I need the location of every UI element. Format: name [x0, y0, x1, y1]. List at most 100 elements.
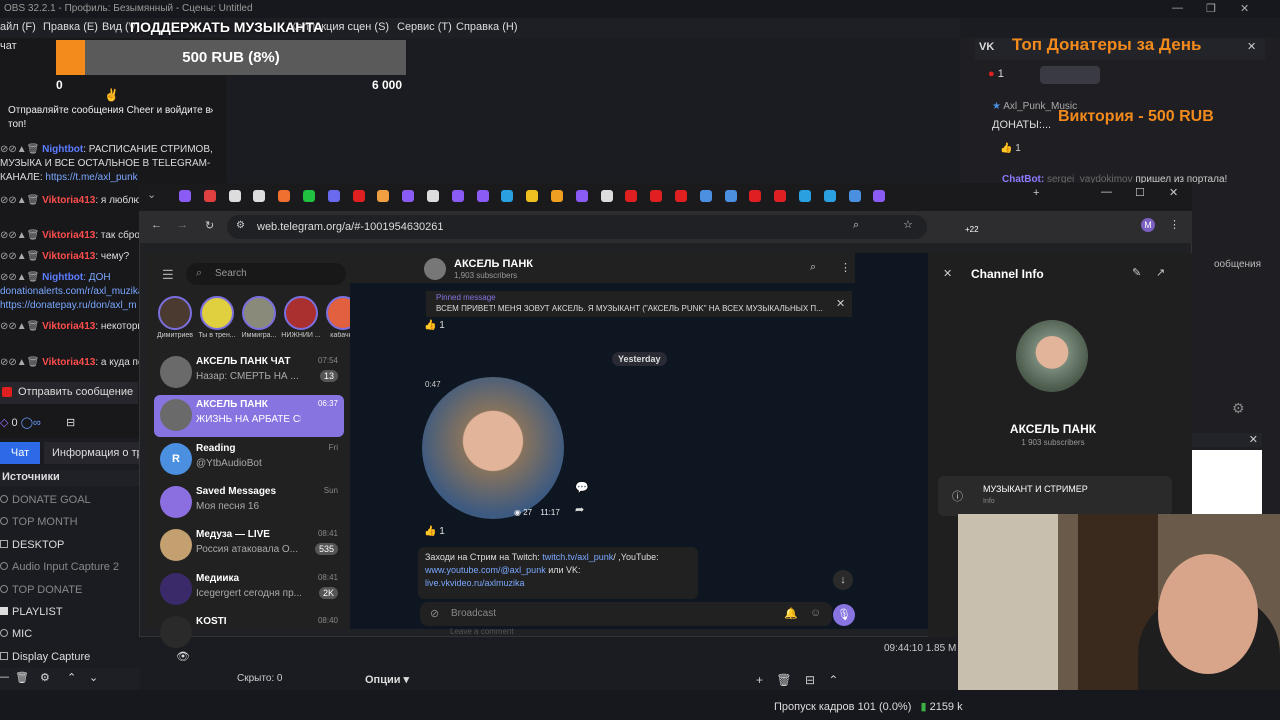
source-item[interactable]: Display Capture 👁: [0, 646, 190, 668]
menu-tools[interactable]: Сервис (T): [397, 21, 452, 33]
filter-icon[interactable]: ⊟: [805, 673, 815, 687]
like-reaction[interactable]: 👍 1: [1000, 143, 1021, 154]
browser-tab[interactable]: [451, 190, 464, 202]
story-avatar[interactable]: [158, 296, 192, 330]
share-icon[interactable]: ➦: [575, 503, 584, 516]
tab-chat[interactable]: Чат: [0, 442, 40, 464]
browser-tab[interactable]: [799, 190, 811, 202]
browser-tab[interactable]: [501, 190, 514, 202]
vk-chat-tab[interactable]: [1040, 66, 1100, 84]
remove-icon[interactable]: —: [0, 671, 9, 683]
browser-tab[interactable]: [476, 190, 489, 202]
browser-tab[interactable]: [253, 190, 266, 202]
chat-list-item[interactable]: Медиика Icegergert сегодня пр... 08:41 2…: [154, 569, 344, 611]
browser-tab[interactable]: [724, 190, 737, 202]
star-icon[interactable]: ☆: [903, 218, 913, 231]
info-card[interactable]: ⓘ МУЗЫКАНТ И СТРИМЕР Info: [938, 476, 1172, 516]
source-item[interactable]: Audio Input Capture 2: [0, 556, 140, 578]
browser-tab[interactable]: [402, 190, 415, 202]
settings-icon[interactable]: ⚙: [1232, 400, 1245, 417]
pinned-bar[interactable]: Pinned message ВСЕМ ПРИВЕТ! МЕНЯ ЗОВУТ А…: [426, 291, 852, 317]
options-dropdown[interactable]: Опции ▾: [365, 673, 409, 686]
browser-tab[interactable]: [551, 190, 563, 202]
site-info-icon[interactable]: ⚙: [236, 220, 245, 231]
more-icon[interactable]: ⋮: [840, 261, 851, 274]
story-avatar[interactable]: [200, 296, 234, 330]
new-tab-icon[interactable]: +: [1033, 187, 1039, 199]
emoji-icon[interactable]: ☺: [810, 607, 821, 619]
bell-icon[interactable]: 🔔: [784, 607, 798, 620]
close-icon[interactable]: ✕: [1240, 2, 1249, 15]
browser-tab[interactable]: [377, 190, 390, 202]
menu-icon[interactable]: ⋮: [1169, 218, 1180, 231]
reload-icon[interactable]: ↻: [205, 219, 214, 232]
story-avatar[interactable]: [242, 296, 276, 330]
browser-tab[interactable]: [203, 190, 216, 202]
browser-tab[interactable]: [228, 190, 241, 202]
menu-help[interactable]: Справка (H): [456, 21, 517, 33]
microphone-icon[interactable]: 🎙: [833, 604, 855, 626]
comment-icon[interactable]: 💬: [575, 481, 589, 494]
source-item[interactable]: TOP MONTH: [0, 511, 140, 533]
zoom-icon[interactable]: ⌕: [853, 219, 859, 232]
browser-tab[interactable]: [650, 190, 663, 202]
source-item[interactable]: MIC: [0, 623, 140, 645]
browser-tab[interactable]: [823, 190, 836, 202]
trash-icon[interactable]: 🗑: [776, 673, 791, 687]
tab-list-icon[interactable]: ⌄: [147, 188, 156, 201]
attach-icon[interactable]: ⊘: [430, 607, 439, 620]
chat-list-item[interactable]: R Reading @YtbAudioBot Fri: [154, 439, 344, 481]
chat-list-item[interactable]: АКСЕЛЬ ПАНК ЖИЗНЬ НА АРБАТЕ СЕКС... 06:3…: [154, 395, 344, 438]
close-icon[interactable]: ✕: [1247, 40, 1256, 53]
stats-icon[interactable]: ↗: [1156, 266, 1165, 279]
hamburger-icon[interactable]: ☰: [162, 267, 174, 283]
forward-icon[interactable]: →: [177, 219, 188, 231]
browser-tab[interactable]: [575, 190, 588, 202]
scroll-down-icon[interactable]: ↓: [833, 570, 853, 590]
menu-edit[interactable]: Правка (E): [43, 21, 98, 33]
search-input[interactable]: ⌕ Search: [186, 263, 346, 285]
edit-icon[interactable]: ✎: [1132, 266, 1141, 279]
minimize-icon[interactable]: —: [1101, 186, 1112, 198]
vk-link[interactable]: live.vkvideo.ru/axlmuzika: [425, 578, 525, 588]
tab-stream-info[interactable]: Информация о трансляции: [44, 442, 140, 464]
browser-tab[interactable]: [303, 190, 315, 202]
maximize-icon[interactable]: ☐: [1135, 186, 1145, 199]
chat-list-item[interactable]: Медуза — LIVE Россия атаковала О... 08:4…: [154, 525, 344, 567]
send-message-button[interactable]: Отправить сообщение: [0, 382, 138, 404]
chat-list-item[interactable]: KOSTI 08:40: [154, 612, 344, 654]
close-icon[interactable]: ✕: [836, 297, 845, 310]
browser-tab[interactable]: [873, 190, 886, 202]
channel-title[interactable]: АКСЕЛЬ ПАНК: [454, 258, 533, 270]
arrow-up-icon[interactable]: ⌃: [67, 671, 76, 684]
source-item[interactable]: TOP DONATE: [0, 579, 140, 601]
menu-file[interactable]: айл (F): [0, 21, 36, 33]
browser-tab[interactable]: [749, 190, 762, 202]
browser-tab[interactable]: [427, 190, 439, 202]
story-avatar[interactable]: [284, 296, 318, 330]
round-video[interactable]: [422, 377, 564, 519]
browser-tab[interactable]: [675, 190, 687, 202]
message-composer[interactable]: ⊘ Broadcast 🔔 ☺: [420, 602, 832, 626]
chat-list-item[interactable]: АКСЕЛЬ ПАНК ЧАТ Назар: СМЕРТЬ НА ... 07:…: [154, 352, 344, 394]
close-icon[interactable]: ✕: [943, 267, 952, 280]
profile-avatar[interactable]: M: [1141, 218, 1155, 232]
trash-icon[interactable]: 🗑: [15, 671, 29, 684]
arrow-up-icon[interactable]: ⌃: [828, 673, 838, 687]
chat-list-item[interactable]: Saved Messages Моя песня 16 Sun: [154, 482, 344, 524]
browser-tab[interactable]: [352, 190, 365, 202]
source-item[interactable]: PLAYLIST: [0, 601, 140, 623]
gear-icon[interactable]: ⚙: [40, 671, 50, 684]
back-icon[interactable]: ←: [151, 219, 162, 231]
channel-photo[interactable]: [1016, 320, 1088, 392]
browser-tab[interactable]: [848, 190, 861, 202]
reaction[interactable]: 👍 1: [424, 320, 445, 331]
browser-tab[interactable]: [278, 190, 291, 202]
chat-link[interactable]: https://t.me/axl_punk: [45, 172, 137, 183]
add-icon[interactable]: +: [756, 673, 763, 687]
source-item[interactable]: DONATE GOAL: [0, 489, 140, 511]
browser-tab[interactable]: [179, 190, 191, 202]
browser-tab[interactable]: [699, 190, 712, 202]
youtube-link[interactable]: www.youtube.com/@axl_punk: [425, 565, 546, 575]
arrow-down-icon[interactable]: ⌄: [89, 671, 98, 684]
